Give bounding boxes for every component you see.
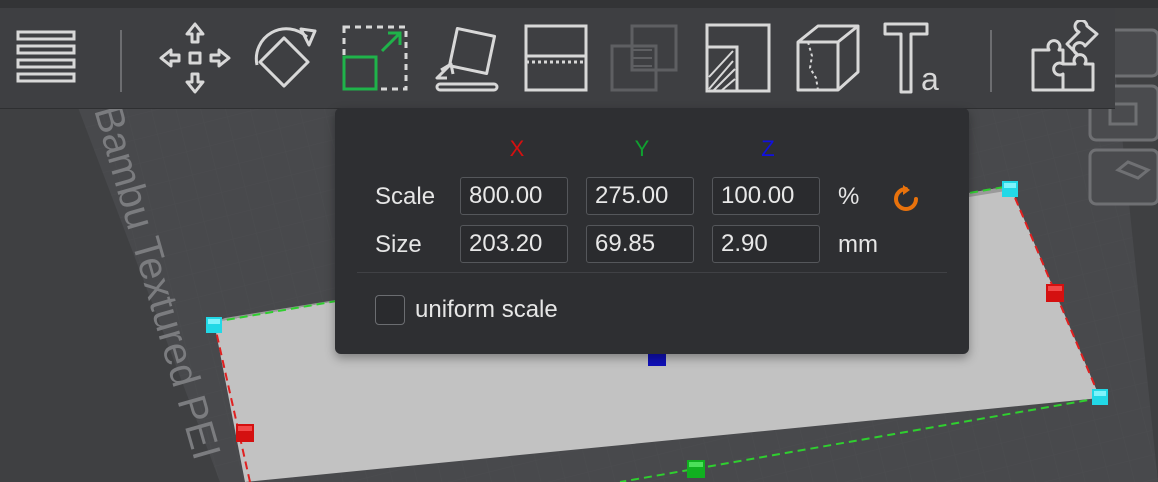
text-shape-icon: a bbox=[883, 22, 939, 96]
rotate-icon bbox=[254, 27, 317, 88]
gizmo-toolbar: a bbox=[0, 8, 1115, 109]
support-painting-tool-button[interactable] bbox=[700, 16, 776, 100]
scale-y-input[interactable] bbox=[586, 177, 694, 215]
top-strip bbox=[0, 0, 1158, 8]
panel-divider bbox=[357, 272, 947, 273]
move-tool-button[interactable] bbox=[155, 16, 235, 100]
seam-paint-icon bbox=[796, 24, 860, 92]
size-unit: mm bbox=[838, 231, 878, 258]
reset-scale-button[interactable] bbox=[890, 182, 922, 214]
lay-on-face-icon bbox=[435, 26, 499, 92]
svg-text:a: a bbox=[921, 61, 939, 96]
uniform-scale-label[interactable]: uniform scale bbox=[415, 295, 558, 325]
toolbar-separator bbox=[990, 30, 992, 92]
scale-unit: % bbox=[838, 183, 860, 210]
scale-tool-button[interactable] bbox=[336, 16, 414, 100]
scale-handle-x-right[interactable] bbox=[1046, 284, 1064, 302]
size-y-input[interactable] bbox=[586, 225, 694, 263]
scale-x-input[interactable] bbox=[460, 177, 568, 215]
toolbar-separator bbox=[120, 30, 122, 92]
reset-rotate-icon bbox=[894, 185, 918, 211]
text-tool-button[interactable]: a bbox=[880, 16, 952, 100]
scale-panel: X Y Z Scale % Size mm uniform scale bbox=[335, 108, 969, 354]
scale-row-label: Scale bbox=[375, 183, 436, 210]
size-z-input[interactable] bbox=[712, 225, 820, 263]
scale-handle-corner-top-left[interactable] bbox=[206, 317, 222, 333]
scale-handle-y-bottom[interactable] bbox=[687, 460, 705, 478]
boolean-tool-button[interactable] bbox=[604, 16, 684, 100]
scale-handle-x-left[interactable] bbox=[236, 424, 254, 442]
scale-icon bbox=[342, 25, 408, 91]
axis-y-label: Y bbox=[634, 136, 650, 161]
move-arrows-icon bbox=[159, 22, 231, 94]
cut-icon bbox=[524, 24, 588, 92]
rotate-tool-button[interactable] bbox=[248, 16, 328, 100]
lay-on-face-tool-button[interactable] bbox=[425, 16, 505, 100]
axis-z-label: Z bbox=[761, 136, 775, 161]
boolean-icon bbox=[610, 24, 678, 92]
size-row-label: Size bbox=[375, 231, 422, 258]
axis-x-label: X bbox=[509, 136, 525, 161]
puzzle-assembly-icon bbox=[1031, 20, 1099, 92]
uniform-scale-checkbox[interactable] bbox=[375, 295, 405, 325]
hamburger-menu-icon bbox=[16, 30, 76, 83]
scale-handle-corner-top-right[interactable] bbox=[1002, 181, 1018, 197]
size-x-input[interactable] bbox=[460, 225, 568, 263]
menu-button[interactable] bbox=[10, 16, 80, 100]
seam-painting-tool-button[interactable] bbox=[790, 16, 866, 100]
scale-z-input[interactable] bbox=[712, 177, 820, 215]
support-paint-icon bbox=[705, 23, 771, 93]
assembly-tool-button[interactable] bbox=[1026, 16, 1102, 100]
cut-tool-button[interactable] bbox=[518, 16, 594, 100]
scale-handle-corner-bottom-right[interactable] bbox=[1092, 389, 1108, 405]
